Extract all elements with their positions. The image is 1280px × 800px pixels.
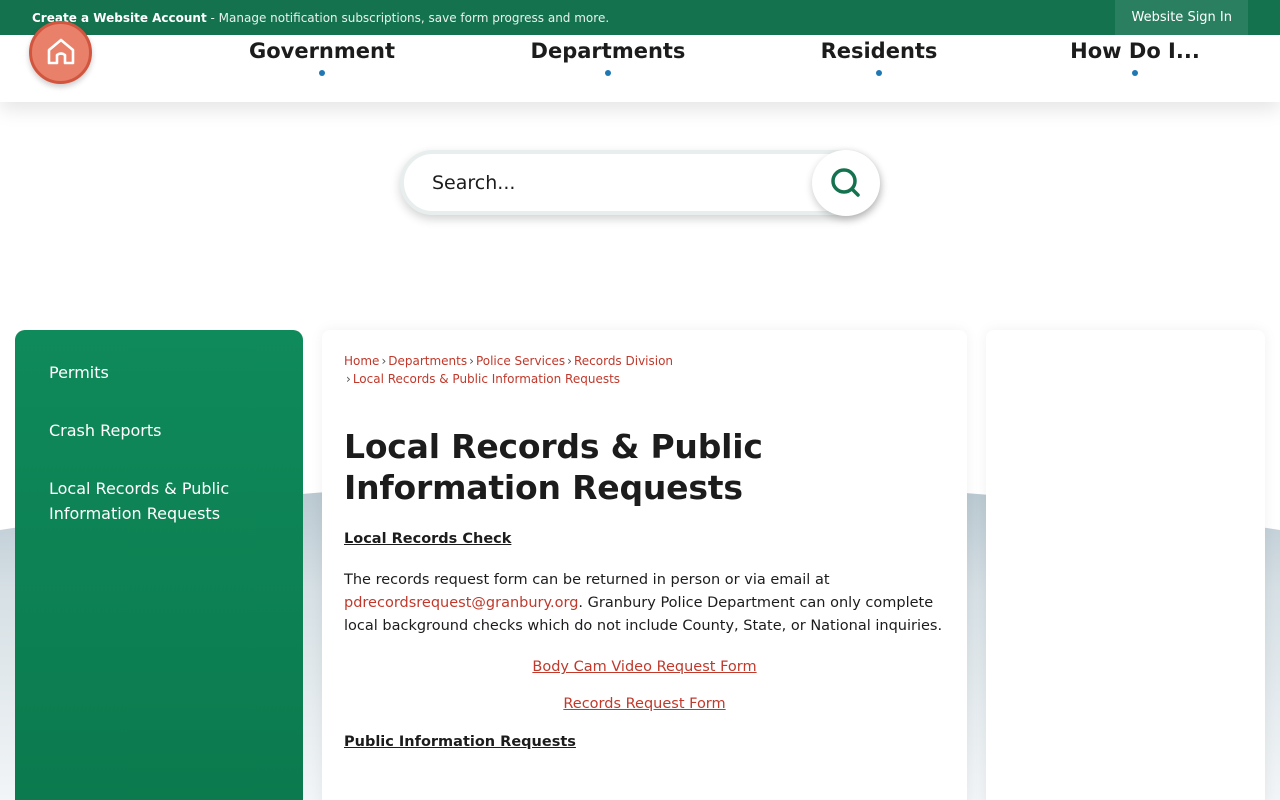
home-icon <box>47 38 74 64</box>
account-message-text: - Manage notification subscriptions, sav… <box>206 10 610 25</box>
notification-bar: Create a Website Account - Manage notifi… <box>0 0 1280 35</box>
nav-departments[interactable]: Departments <box>528 35 688 102</box>
nav-how-do-i[interactable]: How Do I... <box>1068 35 1202 102</box>
breadcrumb-departments[interactable]: Departments <box>388 354 467 368</box>
breadcrumb-records-division[interactable]: Records Division <box>574 354 673 368</box>
body-cam-request-link[interactable]: Body Cam Video Request Form <box>344 659 945 675</box>
site-header: Government Departments Residents How Do … <box>0 35 1280 102</box>
nav-indicator-dot <box>605 70 611 76</box>
notification-message: Create a Website Account - Manage notifi… <box>32 11 609 25</box>
home-button[interactable] <box>29 21 92 84</box>
search-input[interactable] <box>432 168 812 198</box>
section-heading-local-records-check: Local Records Check <box>344 531 512 547</box>
records-request-form-link[interactable]: Records Request Form <box>344 696 945 712</box>
records-email-link[interactable]: pdrecordsrequest@granbury.org <box>344 595 578 611</box>
nav-indicator-dot <box>876 70 882 76</box>
breadcrumb: Home › Departments › Police Services › Records… <box>344 352 945 388</box>
search-button[interactable] <box>812 150 880 216</box>
nav-indicator-dot <box>319 70 325 76</box>
right-panel <box>986 330 1265 800</box>
breadcrumb-current-page[interactable]: Local Records & Public Information Reque… <box>353 372 620 386</box>
breadcrumb-police-services[interactable]: Police Services <box>476 354 565 368</box>
nav-government[interactable]: Government <box>240 35 404 102</box>
main-content: Home › Departments › Police Services › Records… <box>322 330 967 800</box>
nav-how-do-i-label: How Do I... <box>1070 39 1200 63</box>
sidebar-menu: Permits Crash Reports Local Records & Pu… <box>15 330 303 800</box>
website-sign-in-button[interactable]: Website Sign In <box>1115 0 1248 35</box>
sidebar-item-crash-reports[interactable]: Crash Reports <box>15 416 303 445</box>
breadcrumb-separator: › <box>381 354 387 368</box>
nav-residents-label: Residents <box>820 39 938 63</box>
sidebar-item-local-records[interactable]: Local Records & Public Information Reque… <box>15 474 303 528</box>
breadcrumb-separator: › <box>469 354 474 368</box>
nav-indicator-dot <box>1132 70 1138 76</box>
nav-residents[interactable]: Residents <box>810 35 948 102</box>
breadcrumb-home[interactable]: Home <box>344 354 379 368</box>
sidebar-item-permits[interactable]: Permits <box>15 358 303 387</box>
breadcrumb-separator: › <box>567 354 572 368</box>
records-check-paragraph: The records request form can be returned… <box>344 569 945 638</box>
search-icon <box>831 168 860 197</box>
site-search <box>400 150 880 216</box>
para-text-before: The records request form can be returned… <box>344 572 830 588</box>
nav-government-label: Government <box>248 39 395 63</box>
nav-departments-label: Departments <box>530 39 686 63</box>
breadcrumb-separator: › <box>346 372 351 386</box>
page-title: Local Records & Public Information Reque… <box>344 427 763 507</box>
section-heading-public-info-requests: Public Information Requests <box>344 734 576 750</box>
